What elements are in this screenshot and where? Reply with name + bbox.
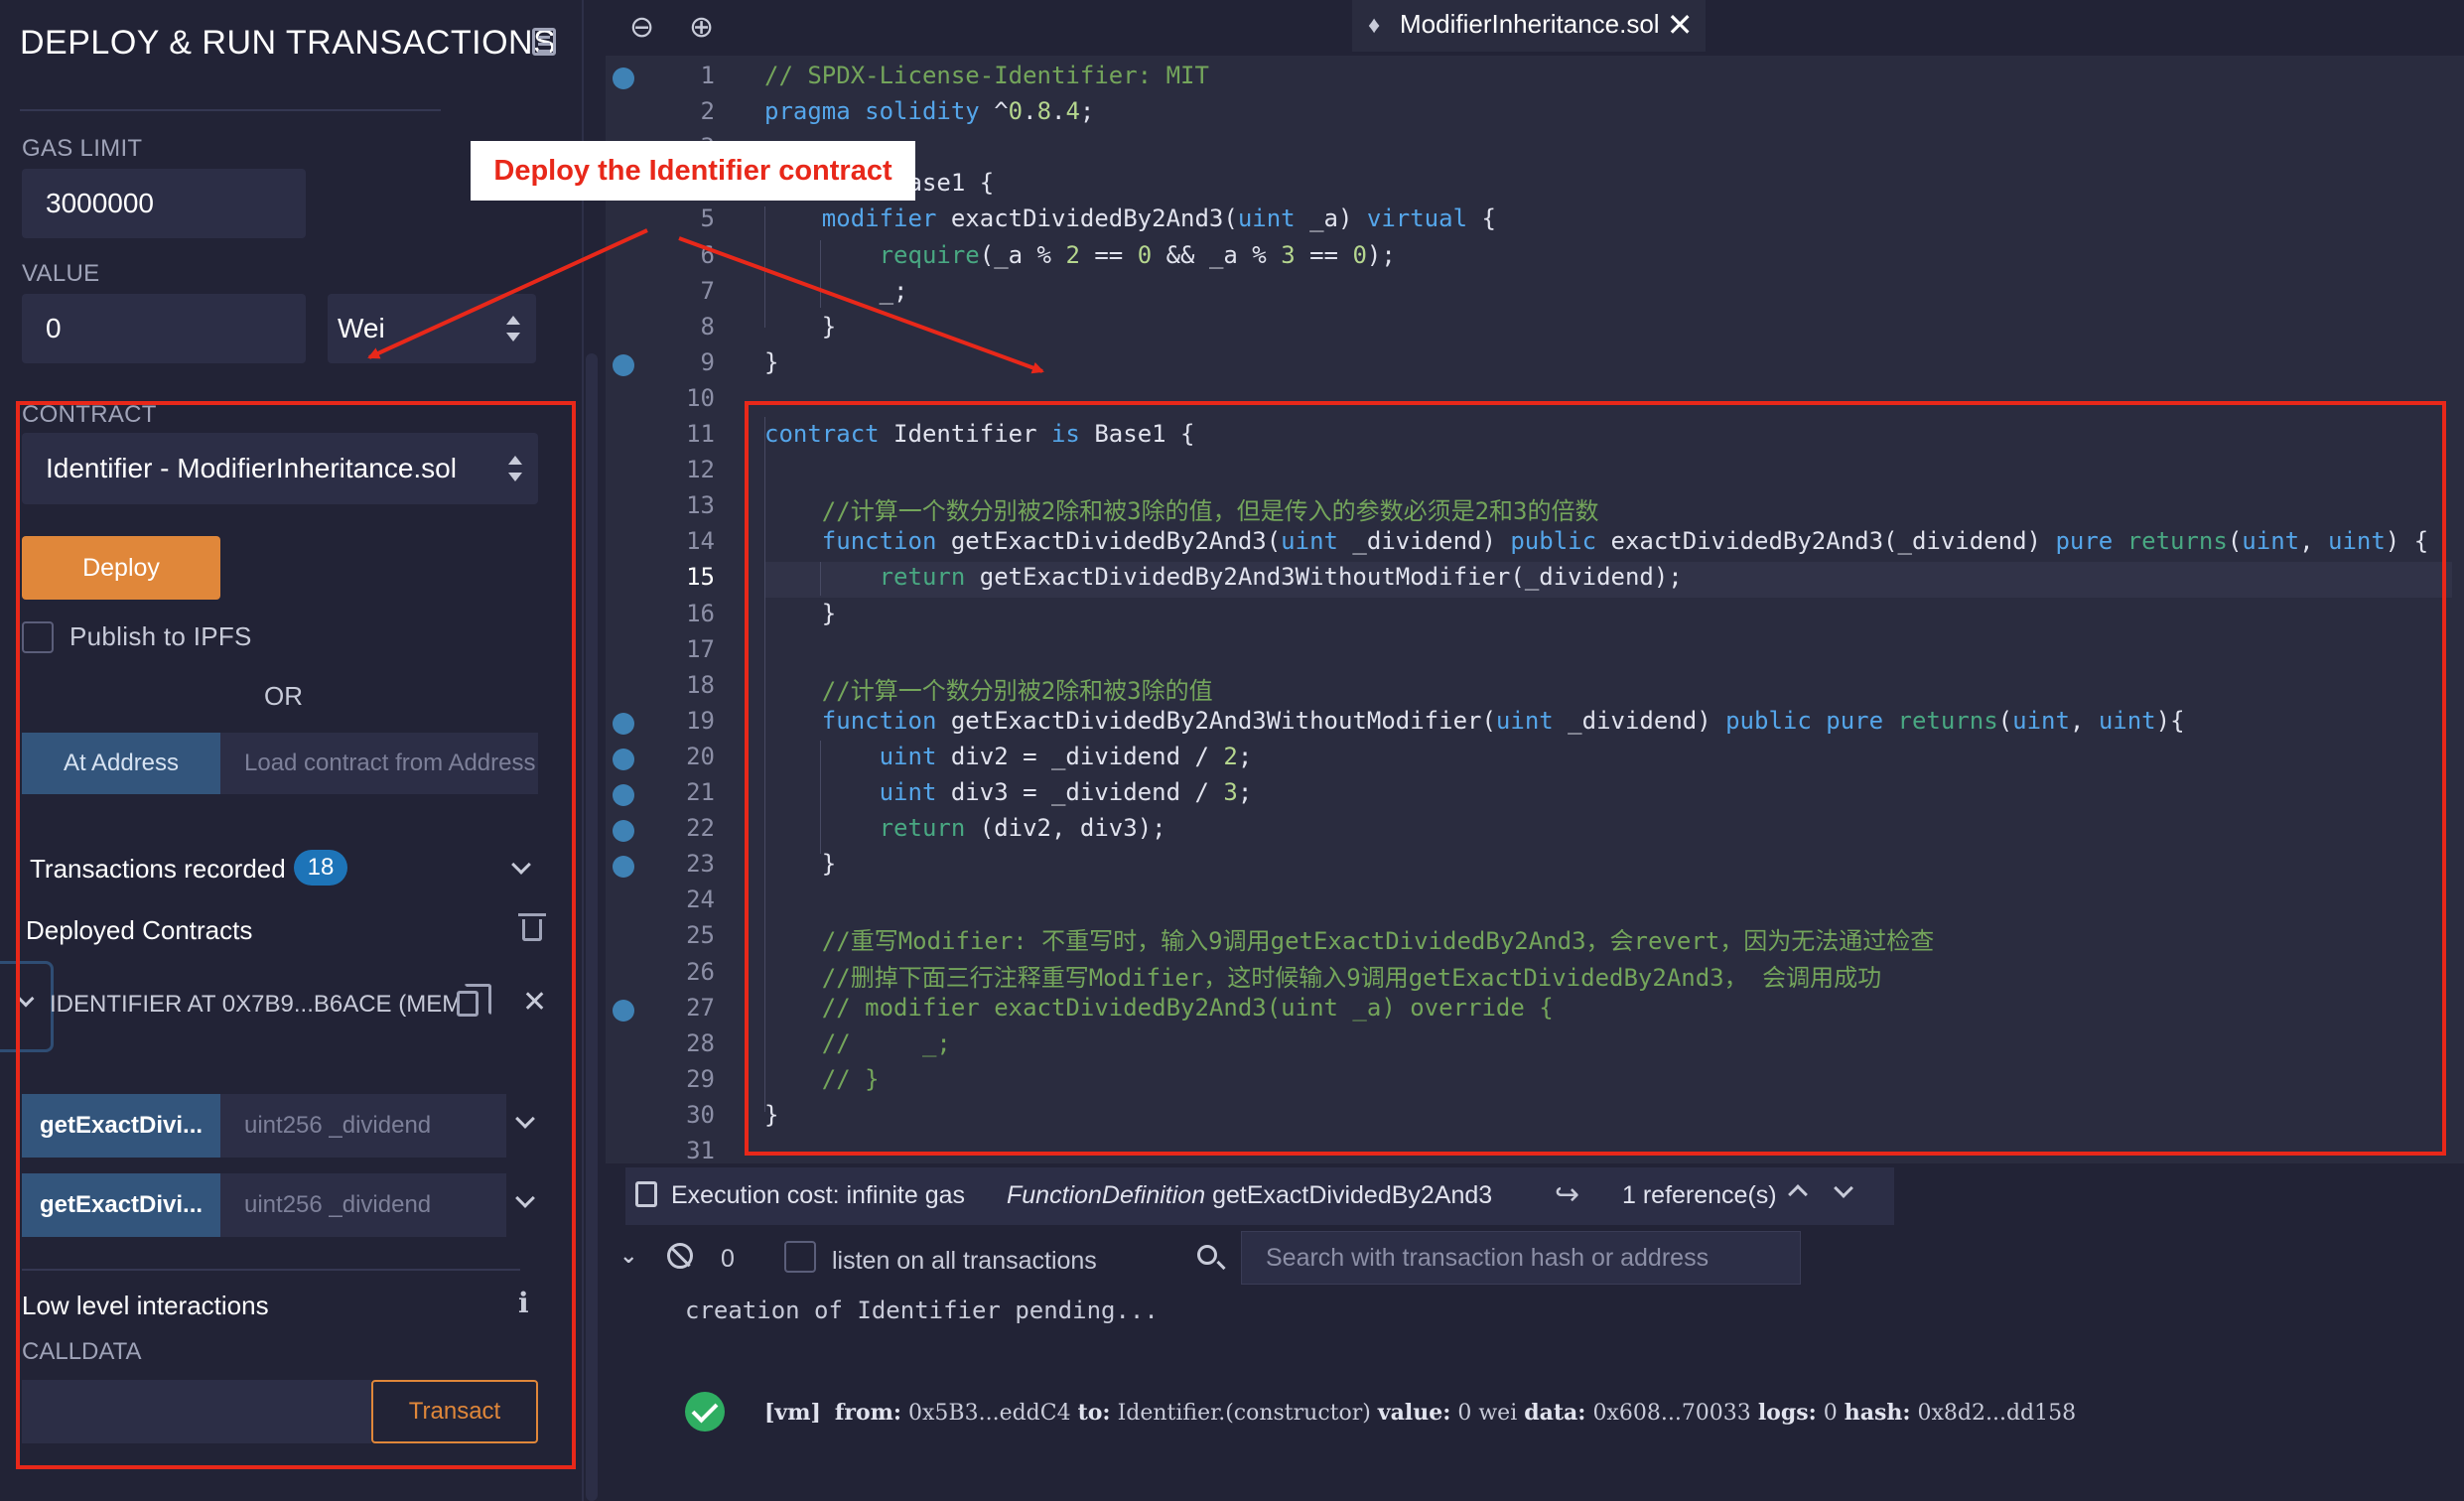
code-line[interactable]: } (764, 348, 778, 376)
breakpoint-marker[interactable] (613, 68, 634, 89)
line-number[interactable]: 12 (655, 456, 715, 483)
success-check-icon (685, 1392, 725, 1432)
execution-cost: Execution cost: infinite gas (671, 1181, 965, 1209)
breakpoint-marker[interactable] (613, 820, 634, 843)
line-number[interactable]: 29 (655, 1065, 715, 1093)
breakpoint-marker[interactable] (613, 784, 634, 806)
line-number[interactable]: 21 (655, 778, 715, 806)
line-number[interactable]: 28 (655, 1029, 715, 1057)
line-number[interactable]: 18 (655, 671, 715, 699)
clear-terminal-icon[interactable] (667, 1243, 693, 1269)
tx-to: Identifier.(constructor) (1117, 1401, 1371, 1426)
value-input[interactable]: 0 (22, 294, 306, 363)
line-number[interactable]: 26 (655, 958, 715, 986)
indent-guide (820, 240, 821, 308)
line-number[interactable]: 22 (655, 814, 715, 842)
line-number[interactable]: 30 (655, 1101, 715, 1129)
line-number[interactable]: 25 (655, 921, 715, 949)
tx-data-label: data: (1524, 1400, 1586, 1426)
tx-to-label: to: (1077, 1400, 1111, 1426)
definition-kind: FunctionDefinition (1007, 1181, 1206, 1209)
tx-value: 0 wei (1457, 1401, 1518, 1426)
go-to-definition-icon[interactable]: ↪ (1555, 1177, 1579, 1212)
pending-tx-count: 0 (721, 1245, 735, 1273)
solidity-file-icon: ♦ (1368, 12, 1381, 39)
breakpoint-marker[interactable] (613, 999, 634, 1022)
tx-from: 0x5B3...eddC4 (908, 1401, 1071, 1426)
line-number[interactable]: 27 (655, 994, 715, 1022)
value-label: VALUE (22, 260, 100, 287)
line-number[interactable]: 2 (655, 97, 715, 125)
listen-all-label: listen on all transactions (832, 1247, 1097, 1275)
value-unit-select[interactable]: Wei (328, 294, 536, 363)
line-number[interactable]: 10 (655, 384, 715, 412)
line-number[interactable]: 15 (655, 563, 715, 591)
line-number[interactable]: 16 (655, 600, 715, 627)
line-number[interactable]: 23 (655, 850, 715, 878)
gas-limit-input[interactable]: 3000000 (22, 169, 306, 238)
tx-logs: 0 (1823, 1401, 1838, 1426)
code-line[interactable]: // SPDX-License-Identifier: MIT (764, 62, 1209, 89)
gas-pump-icon (635, 1181, 657, 1207)
line-number[interactable]: 8 (655, 313, 715, 341)
editor-tab-bar: ⊖ ⊕ ♦ ModifierInheritance.sol ✕ (606, 0, 2464, 56)
line-number[interactable]: 19 (655, 707, 715, 735)
panel-title: DEPLOY & RUN TRANSACTIONS (20, 24, 557, 62)
transaction-log-line[interactable]: [vm] from: 0x5B3...eddC4 to: Identifier.… (764, 1400, 2076, 1426)
line-number[interactable]: 7 (655, 277, 715, 305)
line-number[interactable]: 1 (655, 62, 715, 89)
indent-guide (764, 206, 765, 328)
tx-data: 0x608...70033 (1592, 1401, 1751, 1426)
code-line[interactable]: modifier exactDividedBy2And3(uint _a) vi… (764, 205, 1496, 232)
breakpoint-marker[interactable] (613, 748, 634, 770)
terminal-pending-message: creation of Identifier pending... (685, 1296, 1159, 1324)
line-number[interactable]: 9 (655, 348, 715, 376)
line-number[interactable]: 20 (655, 743, 715, 770)
line-number[interactable]: 17 (655, 635, 715, 663)
code-line[interactable]: pragma solidity ^0.8.4; (764, 97, 1094, 125)
tab-file[interactable]: ♦ ModifierInheritance.sol ✕ (1352, 0, 1706, 52)
tx-vm: [vm] (764, 1400, 821, 1426)
code-line[interactable]: } (764, 313, 836, 341)
close-icon[interactable]: ✕ (1667, 6, 1694, 44)
line-number[interactable]: 6 (655, 241, 715, 269)
collapse-terminal-icon[interactable]: ⌄ (619, 1243, 637, 1269)
divider (20, 109, 441, 111)
references-count: 1 reference(s) (1622, 1181, 1777, 1209)
tx-from-label: from: (834, 1400, 902, 1426)
tx-logs-label: logs: (1757, 1400, 1817, 1426)
zoom-out-icon[interactable]: ⊖ (629, 10, 654, 45)
line-number[interactable]: 24 (655, 886, 715, 913)
docs-icon[interactable] (532, 28, 556, 56)
line-number[interactable]: 14 (655, 527, 715, 555)
tx-value-label: value: (1377, 1400, 1451, 1426)
code-line[interactable]: _; (764, 277, 908, 305)
line-number[interactable]: 31 (655, 1137, 715, 1164)
breakpoint-marker[interactable] (613, 712, 634, 735)
function-definition: FunctionDefinition getExactDividedBy2And… (1007, 1181, 1492, 1210)
tx-hash: 0x8d2...dd158 (1917, 1401, 2077, 1426)
line-number[interactable]: 5 (655, 205, 715, 232)
gas-limit-label: GAS LIMIT (22, 135, 143, 162)
tab-file-label: ModifierInheritance.sol (1400, 9, 1660, 39)
value-unit-text: Wei (338, 313, 385, 343)
annotation-callout: Deploy the Identifier contract (471, 141, 915, 201)
select-arrows-icon (506, 316, 520, 341)
definition-name: getExactDividedBy2And3 (1212, 1181, 1493, 1209)
search-icon (1197, 1245, 1217, 1265)
breakpoint-marker[interactable] (613, 353, 634, 376)
zoom-in-icon[interactable]: ⊕ (689, 10, 714, 45)
line-number[interactable]: 13 (655, 491, 715, 519)
line-number[interactable]: 11 (655, 420, 715, 448)
listen-all-checkbox[interactable] (784, 1241, 816, 1273)
terminal-search-input[interactable]: Search with transaction hash or address (1241, 1231, 1801, 1285)
scrollbar[interactable] (586, 353, 598, 1501)
tx-hash-label: hash: (1844, 1400, 1911, 1426)
annotation-highlight-box (16, 401, 576, 1469)
annotation-highlight-box (745, 401, 2446, 1156)
code-line[interactable]: require(_a % 2 == 0 && _a % 3 == 0); (764, 241, 1396, 269)
